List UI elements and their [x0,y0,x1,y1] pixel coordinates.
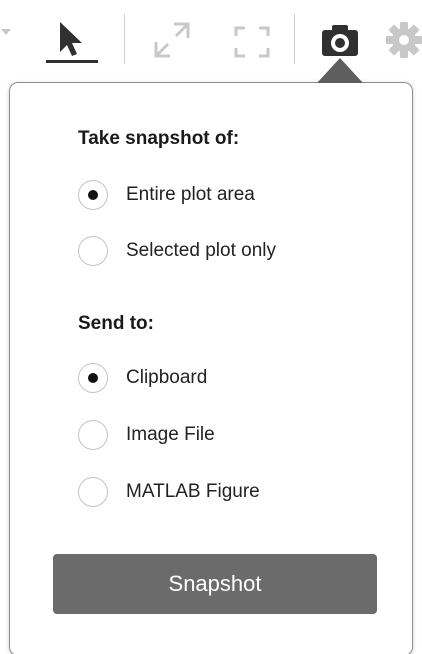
select-pointer-icon[interactable] [44,18,100,66]
radio-button[interactable] [78,477,108,507]
radio-selected-plot-only[interactable]: Selected plot only [78,233,276,269]
gear-icon[interactable] [384,20,422,60]
radio-label: Entire plot area [126,184,255,205]
radio-label: MATLAB Figure [126,481,260,502]
radio-label: Image File [126,424,215,445]
snapshot-popup-view: Take snapshot of: Entire plot area Selec… [0,0,422,654]
toolbar-divider [294,14,295,64]
dropdown-arrow-icon[interactable] [0,26,12,38]
send-to-heading: Send to: [78,313,154,334]
radio-matlab-figure[interactable]: MATLAB Figure [78,474,260,510]
radio-image-file[interactable]: Image File [78,417,215,453]
radio-button[interactable] [78,363,108,393]
radio-label: Selected plot only [126,240,276,261]
fullscreen-icon[interactable] [234,26,270,58]
radio-label: Clipboard [126,367,208,388]
radio-button[interactable] [78,236,108,266]
toolbar-divider [124,14,125,64]
radio-entire-plot-area[interactable]: Entire plot area [78,177,255,213]
radio-clipboard[interactable]: Clipboard [78,360,207,396]
popup-caret [317,58,363,83]
radio-button[interactable] [78,420,108,450]
radio-button[interactable] [78,180,108,210]
take-snapshot-heading: Take snapshot of: [78,128,240,149]
snapshot-button[interactable]: Snapshot [53,554,377,614]
camera-icon[interactable] [320,22,360,58]
expand-icon[interactable] [150,18,194,62]
